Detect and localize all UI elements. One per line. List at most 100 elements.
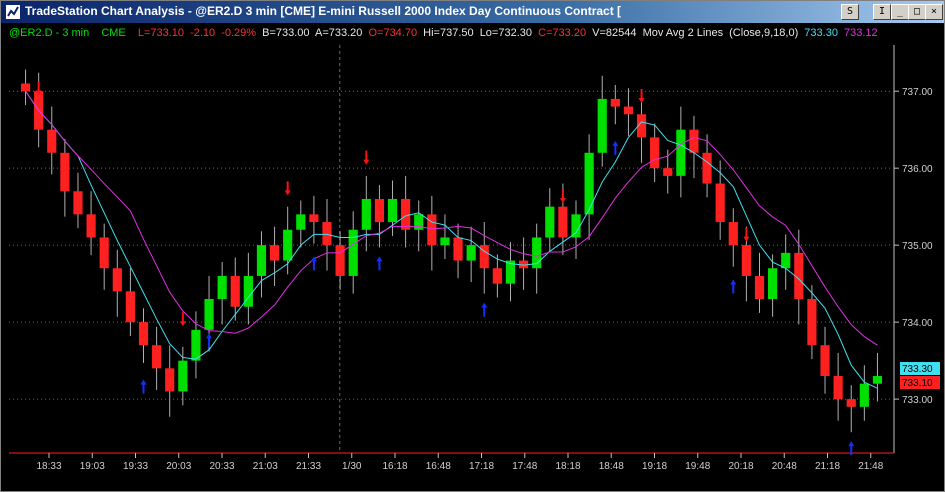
candle-body (112, 268, 122, 292)
time-tick-label: 20:03 (166, 461, 191, 472)
candle-body (872, 376, 883, 384)
candle-body (846, 399, 856, 407)
candle-body (204, 299, 214, 330)
candle-body (440, 237, 450, 246)
buy-arrow-icon (612, 140, 619, 155)
time-tick-label: 17:18 (469, 461, 494, 472)
candle-body (230, 275, 240, 307)
candle-body (125, 291, 135, 323)
candle-body (492, 268, 502, 284)
time-tick-label: 18:18 (555, 461, 580, 472)
last-price-label: 733.10 (902, 378, 933, 389)
candle-body (741, 245, 751, 276)
candle-body (610, 98, 620, 107)
buy-arrow-icon (206, 333, 213, 348)
candle-body (152, 345, 162, 369)
candle-body (807, 299, 817, 346)
candle-body (296, 214, 306, 230)
time-tick-label: 18:33 (36, 461, 61, 472)
price-chart[interactable]: 737.00 736.00 735.00 734.00 733.00 18:33 19:03… (1, 1, 944, 491)
buy-arrow-icon (140, 379, 147, 394)
sell-arrow-icon (284, 181, 291, 196)
candle-body (86, 214, 96, 238)
time-tick-label: 19:48 (685, 461, 710, 472)
time-tick-label: 20:33 (209, 461, 234, 472)
candle-body (191, 329, 201, 361)
candle-body (401, 198, 411, 230)
sell-arrow-icon (743, 227, 750, 242)
candle-body (178, 360, 188, 392)
price-tick-label: 736.00 (902, 164, 933, 175)
candle-body (165, 368, 175, 392)
candle-body (256, 245, 267, 276)
candle-body (833, 376, 843, 400)
time-tick-label: 21:18 (815, 461, 840, 472)
candle-body (623, 106, 634, 115)
time-tick-label: 19:33 (123, 461, 148, 472)
candle-body (571, 214, 581, 238)
time-tick-label: 21:03 (253, 461, 278, 472)
ma-slow-line (25, 90, 878, 346)
candle-body (20, 83, 31, 92)
candle-body (322, 222, 332, 246)
price-tick-label: 735.00 (902, 241, 933, 252)
time-tick-label: 20:18 (728, 461, 753, 472)
candle-body (427, 214, 437, 246)
candle-body (715, 183, 725, 223)
candle-body (859, 383, 869, 407)
time-tick-label: 19:18 (642, 461, 667, 472)
candle-body (702, 152, 712, 184)
candle-body (60, 152, 70, 192)
sell-arrow-icon (559, 189, 566, 204)
candle-body (768, 268, 778, 300)
time-tick-label: 1/30 (342, 461, 362, 472)
candle-body (453, 237, 463, 261)
buy-arrow-icon (376, 256, 383, 271)
ma-fast-line (25, 90, 878, 389)
buy-arrow-icon (310, 256, 317, 271)
candle-body (99, 237, 109, 269)
time-tick-label: 18:48 (599, 461, 624, 472)
candle-body (217, 275, 227, 300)
candle-body (466, 245, 476, 261)
candle-body (309, 214, 319, 223)
candle-body (387, 198, 398, 223)
candle-body (47, 129, 57, 153)
candle-body (676, 129, 686, 176)
candle-body (545, 206, 555, 238)
candle-body (558, 206, 568, 238)
candle-body (269, 245, 280, 261)
candle-body (374, 198, 385, 223)
candle-body (781, 252, 791, 269)
candle-body (283, 229, 293, 261)
time-tick-label: 19:03 (80, 461, 105, 472)
candle-body (584, 152, 594, 215)
buy-arrow-icon (730, 279, 737, 294)
candle-body (663, 168, 673, 176)
sell-arrow-icon (179, 312, 186, 327)
price-tick-label: 734.00 (902, 318, 933, 329)
candle-body (335, 245, 345, 276)
candle-body (728, 222, 738, 246)
time-tick-label: 16:48 (426, 461, 451, 472)
candle-body (597, 98, 607, 153)
candle-body (754, 275, 765, 300)
candle-body (138, 322, 149, 346)
price-tick-label: 733.00 (902, 395, 933, 406)
candle-body (361, 198, 371, 230)
candle-body (73, 191, 83, 215)
ma-fast-price-label: 733.30 (902, 364, 933, 375)
candle-body (689, 129, 699, 153)
sell-arrow-icon (638, 89, 645, 104)
candle-body (650, 137, 660, 169)
time-tick-label: 16:18 (382, 461, 407, 472)
time-tick-label: 17:48 (512, 461, 537, 472)
buy-arrow-icon (481, 302, 488, 317)
sell-arrow-icon (363, 150, 370, 165)
time-tick-label: 21:48 (858, 461, 883, 472)
chart-window: TradeStation Chart Analysis - @ER2.D 3 m… (0, 0, 945, 492)
time-tick-label: 21:33 (296, 461, 321, 472)
time-tick-label: 20:48 (772, 461, 797, 472)
candle-body (820, 345, 830, 377)
price-tick-label: 737.00 (902, 87, 933, 98)
